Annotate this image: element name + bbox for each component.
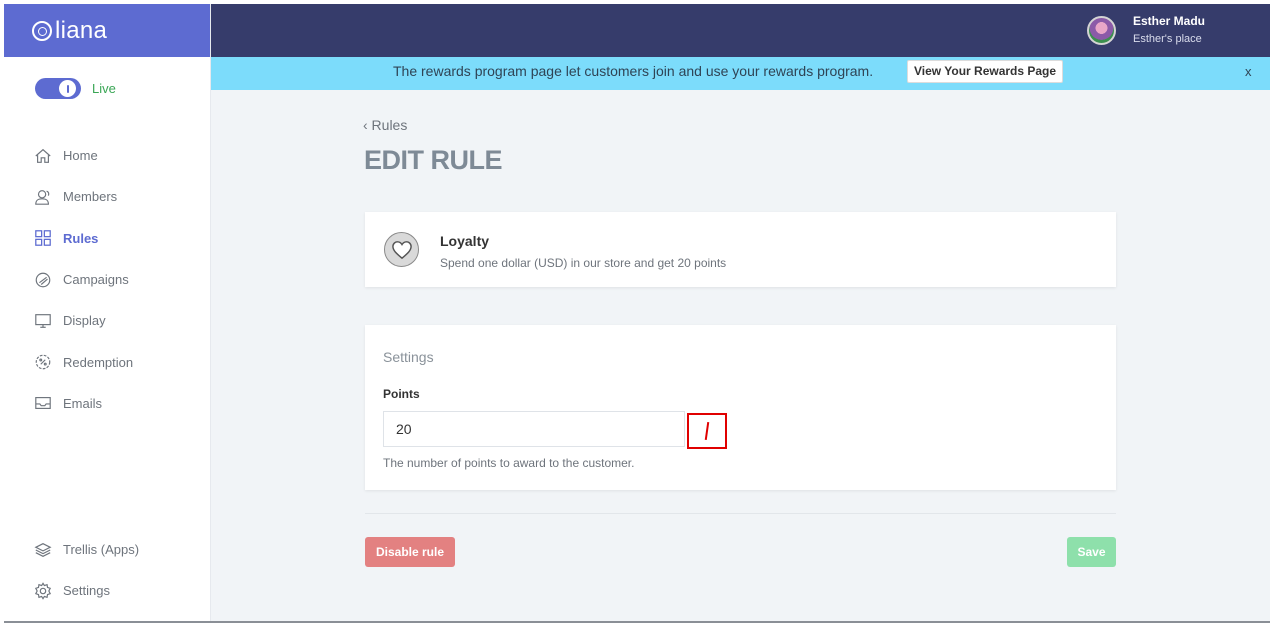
save-button[interactable]: Save [1067,537,1116,567]
sidebar-bottom-nav: Trellis (Apps) Settings [4,529,210,612]
sidebar-item-home[interactable]: Home [4,135,210,176]
sidebar-item-label: Redemption [63,354,134,370]
banner-text: The rewards program page let customers j… [393,63,874,79]
settings-card: Settings Points The number of points to … [365,325,1116,490]
points-help-text: The number of points to award to the cus… [383,456,635,470]
sidebar-item-label: Settings [63,583,110,599]
points-input[interactable] [383,411,685,447]
home-icon [33,146,53,166]
rules-grid-icon [33,228,53,248]
user-place: Esther's place [1133,33,1202,45]
campaigns-icon [33,270,53,290]
sidebar-item-emails[interactable]: Emails [4,383,210,424]
rule-summary-card: Loyalty Spend one dollar (USD) in our st… [365,212,1116,287]
points-label: Points [383,387,420,401]
brand-name: liana [55,16,108,44]
page-title: EDIT RULE [364,145,503,175]
gear-icon [33,581,53,601]
rule-name: Loyalty [440,233,490,249]
user-name[interactable]: Esther Madu [1133,14,1205,28]
sidebar-item-rules[interactable]: Rules [4,218,210,259]
red-annotation-box [687,413,727,449]
logo-icon [32,20,52,41]
top-header: Esther Madu Esther's place [211,4,1270,57]
logo[interactable]: liana [4,4,210,57]
breadcrumb-back-rules[interactable]: ‹ Rules [363,117,407,133]
sidebar-item-label: Display [63,313,106,329]
sidebar-item-label: Members [63,189,118,205]
sidebar-item-display[interactable]: Display [4,300,210,341]
disable-rule-button[interactable]: Disable rule [365,537,455,567]
redemption-icon [33,352,53,372]
sidebar-nav: Home Members Rules Campaigns Display Red… [4,135,210,424]
inbox-icon [33,393,53,413]
sidebar-item-label: Trellis (Apps) [63,542,140,558]
sidebar: liana Live Home Members Rules Campaigns … [4,4,211,621]
sidebar-item-label: Emails [63,395,103,411]
rewards-banner: The rewards program page let customers j… [211,57,1270,90]
sidebar-item-label: Home [63,148,98,164]
sidebar-item-members[interactable]: Members [4,176,210,217]
settings-heading: Settings [383,349,434,365]
sidebar-item-label: Rules [63,230,99,246]
heart-icon [384,232,419,267]
sidebar-item-campaigns[interactable]: Campaigns [4,259,210,300]
sidebar-item-settings[interactable]: Settings [4,570,210,611]
layers-icon [33,540,53,560]
live-label: Live [92,81,116,96]
live-toggle-row: Live [4,78,210,99]
live-toggle[interactable] [35,78,81,99]
rule-description: Spend one dollar (USD) in our store and … [440,256,727,270]
sidebar-item-label: Campaigns [63,272,129,288]
main-content: ‹ Rules EDIT RULE Loyalty Spend one doll… [211,90,1270,621]
toggle-knob [59,80,76,97]
divider [365,513,1116,514]
close-banner-button[interactable]: x [1245,64,1252,79]
monitor-icon [33,311,53,331]
avatar[interactable] [1087,16,1116,45]
members-icon [33,187,53,207]
sidebar-item-trellis[interactable]: Trellis (Apps) [4,529,210,570]
sidebar-item-redemption[interactable]: Redemption [4,341,210,382]
view-rewards-page-button[interactable]: View Your Rewards Page [907,60,1064,83]
